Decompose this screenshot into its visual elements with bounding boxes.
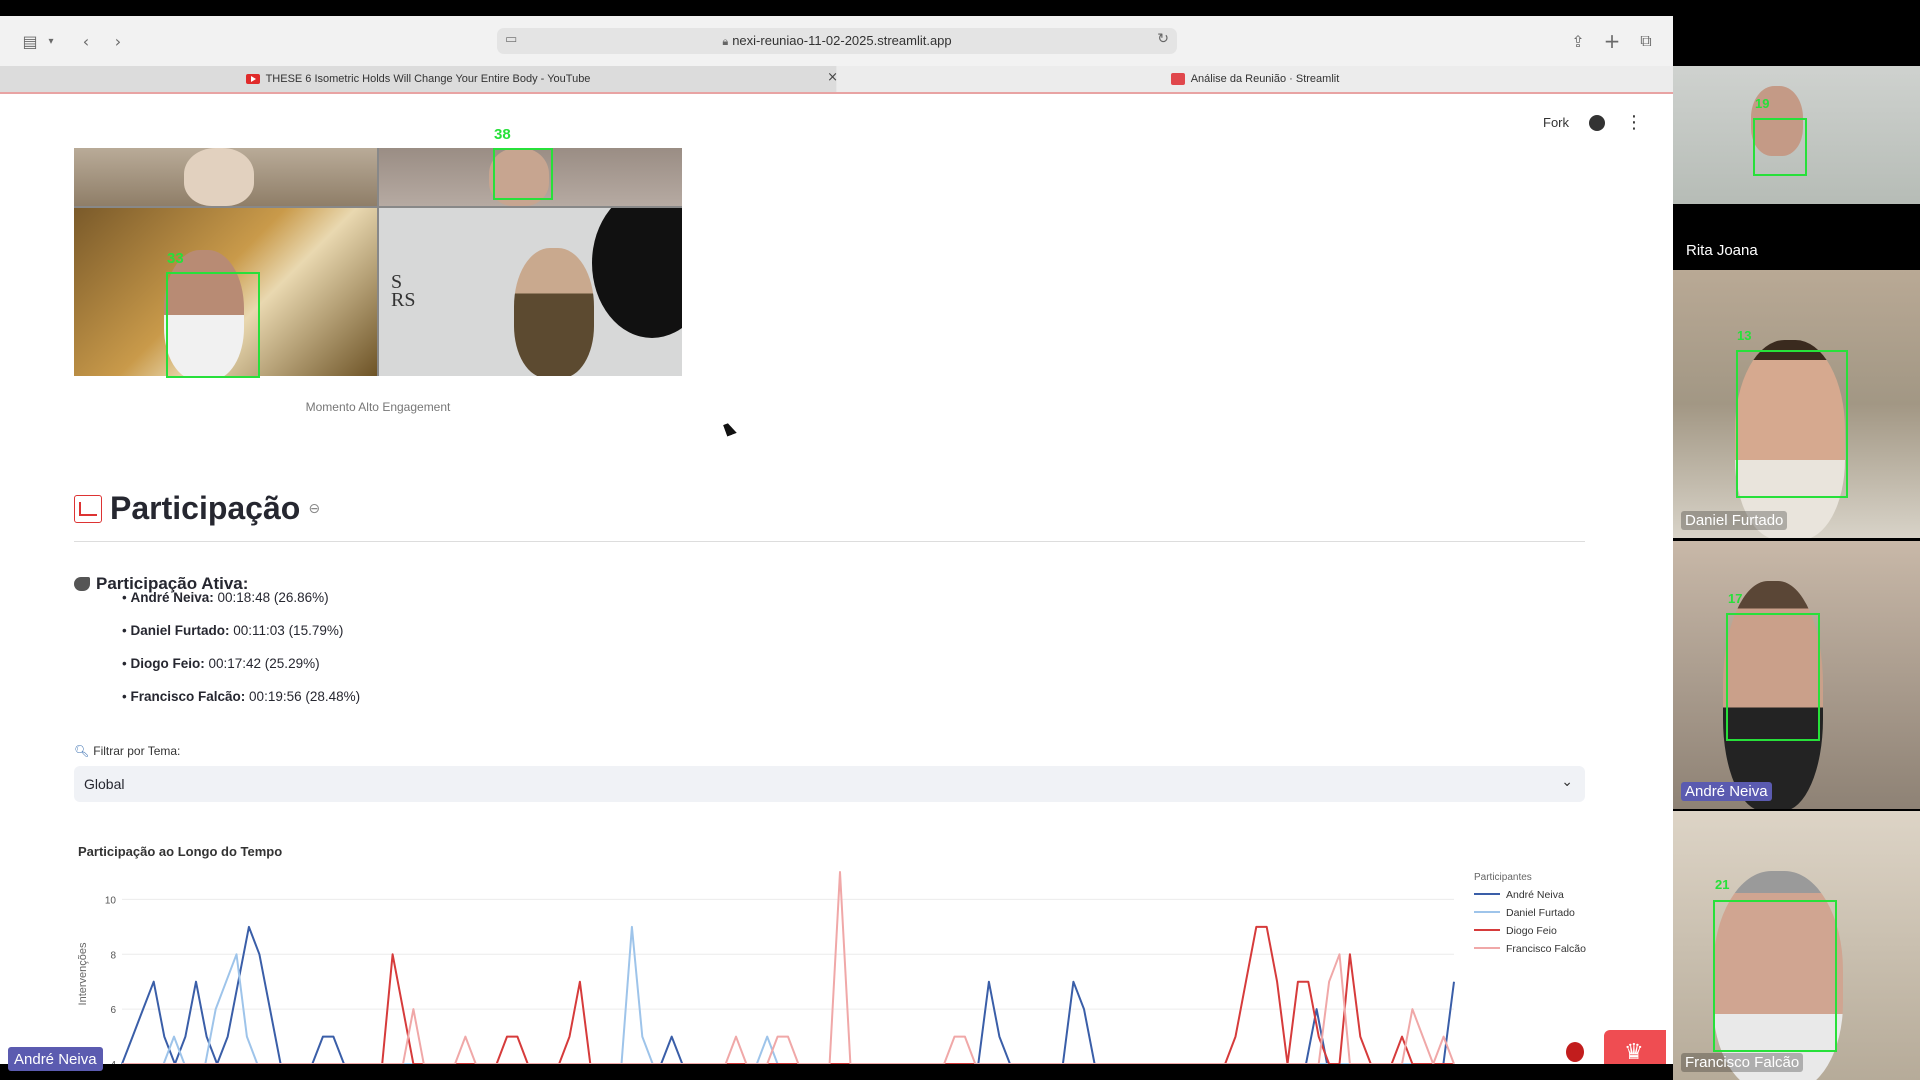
video-tile-francisco[interactable]: 21 Francisco Falcão: [1673, 811, 1920, 1080]
legend-title: Participantes: [1474, 872, 1532, 883]
tab-bar: THESE 6 Isometric Holds Will Change Your…: [0, 66, 1673, 94]
tab-overview-icon[interactable]: ⧉: [1634, 30, 1658, 52]
streamlit-manage-button[interactable]: [1604, 1030, 1666, 1064]
new-tab-icon[interactable]: +: [1600, 29, 1624, 53]
filter-label: 🔍︎ Filtrar por Tema:: [74, 744, 180, 758]
participant-name: Daniel Furtado:: [130, 623, 230, 638]
list-item: • Daniel Furtado: 00:11:03 (15.79%): [122, 623, 344, 638]
series-line-francisco-falc-o: [122, 871, 1455, 1064]
face-detection-box: [1753, 118, 1807, 176]
image-caption: Momento Alto Engagement: [305, 400, 451, 414]
meeting-snapshot-image: S RS 38 33: [74, 126, 682, 378]
sidebar-toggle-icon[interactable]: ▤: [18, 30, 42, 52]
divider: [74, 541, 1585, 542]
reload-icon[interactable]: ↻: [1157, 31, 1169, 47]
back-icon[interactable]: ‹: [74, 30, 98, 52]
streamlit-header: Fork ⋮: [1543, 112, 1643, 133]
fork-button[interactable]: Fork: [1543, 115, 1569, 130]
list-item: • Francisco Falcão: 00:19:56 (28.48%): [122, 689, 361, 704]
video-tile-andre[interactable]: 17 André Neiva: [1673, 541, 1920, 809]
legend-label: Daniel Furtado: [1506, 907, 1575, 919]
participant-name: Rita Joana: [1686, 242, 1758, 259]
face-label: 38: [494, 126, 511, 143]
filter-label-text: Filtrar por Tema:: [93, 744, 181, 758]
participant-name: Francisco Falcão: [1681, 1053, 1804, 1072]
series-line-daniel-furtado: [122, 925, 1454, 1064]
browser-toolbar: ▤ ▾ ‹ › ▭ 🔒︎ nexi-reuniao-11-02-2025.stre…: [0, 16, 1673, 66]
face-label: 13: [1737, 328, 1752, 343]
menu-icon[interactable]: ⋮: [1625, 112, 1643, 133]
participant-name: André Neiva:: [130, 590, 214, 605]
y-tick-label: 4: [110, 1060, 116, 1064]
participant-name: André Neiva: [1681, 782, 1772, 801]
forward-icon[interactable]: ›: [106, 30, 130, 52]
face-label: 19: [1755, 96, 1770, 111]
participant-name: Diogo Feio:: [130, 656, 205, 671]
face-detection-box: [1713, 900, 1837, 1052]
participant-name: Daniel Furtado: [1681, 511, 1788, 530]
participation-line-chart: Intervenções 4 6 8 10 Participantes André Neiv…: [77, 871, 1586, 1064]
overlay-name-badge: André Neiva: [8, 1047, 103, 1071]
youtube-icon: [245, 74, 260, 84]
firm-logo: S RS: [391, 271, 416, 311]
github-icon[interactable]: [1589, 114, 1605, 131]
section-heading: Participação ⊖: [74, 490, 320, 527]
video-tile: [74, 148, 377, 206]
select-value: Global: [84, 776, 125, 792]
y-axis-label: Intervenções: [77, 942, 89, 1005]
tab-youtube[interactable]: THESE 6 Isometric Holds Will Change Your…: [0, 66, 838, 92]
anchor-link-icon[interactable]: ⊖: [308, 501, 320, 517]
chevron-down-icon: ⌄: [1561, 774, 1573, 790]
participant-time: 00:17:42 (25.29%): [208, 656, 320, 671]
video-call-panel: 19 Rita Joana 13 Daniel Furtado 17 André…: [1673, 0, 1920, 1080]
tab-label: Análise da Reunião · Streamlit: [1190, 73, 1340, 85]
list-item: • André Neiva: 00:18:48 (26.86%): [122, 590, 329, 605]
streamlit-icon: [1170, 73, 1185, 85]
legend-label: Diogo Feio: [1506, 925, 1557, 937]
browser-window: ▤ ▾ ‹ › ▭ 🔒︎ nexi-reuniao-11-02-2025.stre…: [0, 16, 1673, 1064]
theme-select[interactable]: Global ⌄: [74, 766, 1585, 802]
participant-name: Francisco Falcão:: [130, 689, 246, 704]
screen: ▤ ▾ ‹ › ▭ 🔒︎ nexi-reuniao-11-02-2025.stre…: [0, 0, 1920, 1080]
apple-icon: [1566, 1042, 1584, 1062]
magnifier-icon: 🔍︎: [74, 744, 90, 758]
participant-time: 00:19:56 (28.48%): [249, 689, 361, 704]
address-bar[interactable]: ▭ 🔒︎ nexi-reuniao-11-02-2025.streamlit.ap…: [497, 28, 1177, 54]
participant-time: 00:11:03 (15.79%): [233, 623, 344, 638]
series-line-diogo-feio: [122, 925, 1454, 1064]
url-text: nexi-reuniao-11-02-2025.streamlit.app: [732, 33, 952, 48]
streamlit-page: Fork ⋮ S RS 38 33 Momento Alto Engagemen…: [0, 94, 1673, 1064]
y-tick-label: 6: [110, 1005, 116, 1016]
chart-title: Participação ao Longo do Tempo: [78, 844, 283, 859]
speaking-head-icon: [74, 577, 90, 591]
series-line-andr-neiva: [121, 925, 1455, 1064]
chart-increasing-icon: [74, 494, 102, 523]
face-detection-box: [1736, 350, 1848, 498]
video-tile: S RS: [379, 208, 682, 376]
legend-label: André Neiva: [1506, 889, 1564, 901]
tab-label: THESE 6 Isometric Holds Will Change Your…: [265, 73, 591, 85]
participant-time: 00:18:48 (26.86%): [217, 590, 329, 605]
legend-label: Francisco Falcão: [1506, 943, 1586, 955]
participant-figure: [184, 148, 254, 206]
participant-figure: [514, 248, 594, 376]
share-icon[interactable]: ⇪: [1566, 30, 1590, 52]
lock-icon: 🔒︎: [722, 35, 729, 48]
face-label: 17: [1728, 591, 1743, 606]
face-detection-box: [493, 148, 553, 200]
video-tile-daniel[interactable]: 13 Daniel Furtado: [1673, 270, 1920, 538]
chevron-down-icon[interactable]: ▾: [44, 30, 58, 52]
y-tick-label: 10: [105, 895, 117, 906]
face-detection-box: [166, 272, 260, 378]
list-item: • Diogo Feio: 00:17:42 (25.29%): [122, 656, 320, 671]
tab-streamlit[interactable]: Análise da Reunião · Streamlit: [837, 66, 1673, 92]
face-detection-box: [1726, 613, 1820, 741]
face-label: 21: [1715, 877, 1730, 892]
y-tick-label: 8: [110, 950, 116, 961]
section-title: Participação: [110, 490, 301, 526]
face-label: 33: [167, 250, 184, 267]
video-tile-rita[interactable]: 19: [1673, 66, 1920, 204]
decor-circle: [592, 208, 682, 338]
